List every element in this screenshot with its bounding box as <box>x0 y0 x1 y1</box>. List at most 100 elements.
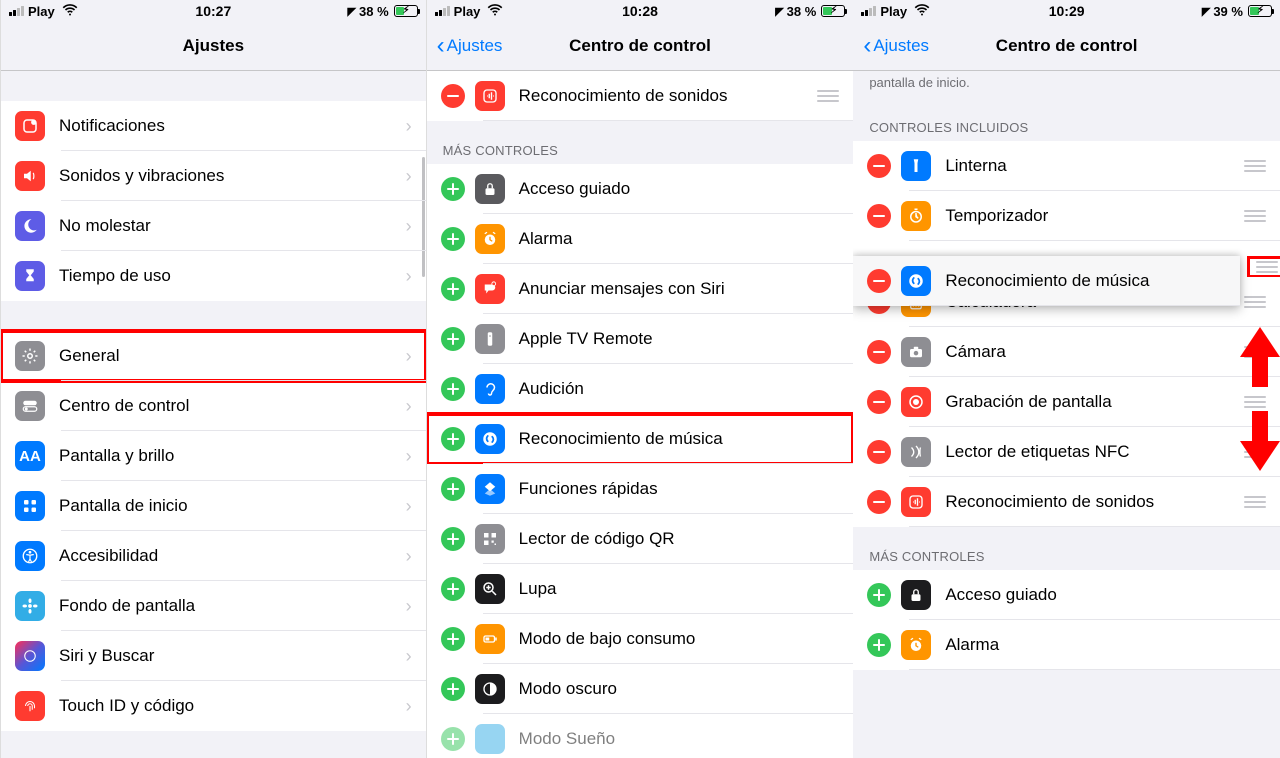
remove-button[interactable] <box>867 204 891 228</box>
nav-bar: ‹ Ajustes Centro de control <box>427 22 854 70</box>
row-sleep[interactable]: Modo Sueño <box>427 714 854 758</box>
bed-icon <box>475 724 505 754</box>
row-general[interactable]: General › <box>1 331 426 381</box>
row-accessibility[interactable]: Accesibilidad › <box>1 531 426 581</box>
drag-handle-icon[interactable] <box>1244 210 1266 222</box>
drag-handle-icon[interactable] <box>1256 261 1278 273</box>
row-label: No molestar <box>59 216 402 236</box>
drag-handle-icon[interactable] <box>1244 496 1266 508</box>
row-label: Alarma <box>519 229 840 249</box>
sound-recognition-icon <box>901 487 931 517</box>
status-time: 10:27 <box>195 3 231 19</box>
row-wallpaper[interactable]: Fondo de pantalla › <box>1 581 426 631</box>
chevron-icon: › <box>406 166 412 187</box>
row-dnd[interactable]: No molestar › <box>1 201 426 251</box>
row-guided-access[interactable]: Acceso guiado <box>853 570 1280 620</box>
row-alarm[interactable]: Alarma <box>853 620 1280 670</box>
drag-handle-icon[interactable] <box>1244 396 1266 408</box>
drag-handle-icon[interactable] <box>1244 296 1266 308</box>
row-touchid[interactable]: Touch ID y código › <box>1 681 426 731</box>
row-label: Modo de bajo consumo <box>519 629 840 649</box>
row-screentime[interactable]: Tiempo de uso › <box>1 251 426 301</box>
announce-icon <box>475 274 505 304</box>
row-label: Pantalla y brillo <box>59 446 402 466</box>
row-sound-recognition[interactable]: Reconocimiento de sonidos <box>853 477 1280 527</box>
drag-handle-target[interactable] <box>1248 257 1280 277</box>
row-hearing[interactable]: Audición <box>427 364 854 414</box>
row-alarm[interactable]: Alarma <box>427 214 854 264</box>
row-label: Lupa <box>519 579 840 599</box>
row-notifications[interactable]: Notificaciones › <box>1 101 426 151</box>
carrier: Play <box>28 4 55 19</box>
flower-icon <box>15 591 45 621</box>
add-button[interactable] <box>441 677 465 701</box>
back-label: Ajustes <box>447 36 503 56</box>
row-sounds[interactable]: Sonidos y vibraciones › <box>1 151 426 201</box>
row-dark-mode[interactable]: Modo oscuro <box>427 664 854 714</box>
magnifier-icon <box>475 574 505 604</box>
back-button[interactable]: ‹ Ajustes <box>437 34 503 58</box>
chevron-icon: › <box>406 116 412 137</box>
row-label: Pantalla de inicio <box>59 496 402 516</box>
add-button[interactable] <box>441 327 465 351</box>
row-music-recognition[interactable]: Reconocimiento de música <box>427 414 854 464</box>
row-siri[interactable]: Siri y Buscar › <box>1 631 426 681</box>
add-button[interactable] <box>441 627 465 651</box>
row-screen-record[interactable]: Grabación de pantalla <box>853 377 1280 427</box>
add-button[interactable] <box>441 477 465 501</box>
row-label: Linterna <box>945 156 1240 176</box>
row-announce-siri[interactable]: Anunciar mensajes con Siri <box>427 264 854 314</box>
row-shortcuts[interactable]: Funciones rápidas <box>427 464 854 514</box>
add-button[interactable] <box>867 633 891 657</box>
row-low-power[interactable]: Modo de bajo consumo <box>427 614 854 664</box>
row-music-recognition-dragging[interactable]: Reconocimiento de música <box>853 256 1240 306</box>
remove-button[interactable] <box>867 440 891 464</box>
row-flashlight[interactable]: Linterna <box>853 141 1280 191</box>
row-sound-recognition[interactable]: Reconocimiento de sonidos <box>427 71 854 121</box>
row-label: Acceso guiado <box>945 585 1266 605</box>
row-guided-access[interactable]: Acceso guiado <box>427 164 854 214</box>
add-button[interactable] <box>441 527 465 551</box>
included-header: CONTROLES INCLUIDOS <box>853 98 1280 141</box>
remove-button[interactable] <box>867 154 891 178</box>
add-button[interactable] <box>441 277 465 301</box>
row-apple-tv-remote[interactable]: Apple TV Remote <box>427 314 854 364</box>
add-button[interactable] <box>441 177 465 201</box>
row-label: Centro de control <box>59 396 402 416</box>
add-button[interactable] <box>441 227 465 251</box>
hourglass-icon <box>15 261 45 291</box>
remove-button[interactable] <box>867 390 891 414</box>
status-bar: Play 10:29 ◤ 39 % ⚡︎ <box>853 0 1280 22</box>
row-nfc[interactable]: Lector de etiquetas NFC <box>853 427 1280 477</box>
drag-handle-icon[interactable] <box>1244 160 1266 172</box>
remove-button[interactable] <box>867 490 891 514</box>
remove-button[interactable] <box>867 269 891 293</box>
row-camera[interactable]: Cámara <box>853 327 1280 377</box>
add-button[interactable] <box>441 577 465 601</box>
row-magnifier[interactable]: Lupa <box>427 564 854 614</box>
toggle-icon <box>15 391 45 421</box>
row-homescreen[interactable]: Pantalla de inicio › <box>1 481 426 531</box>
row-qr[interactable]: Lector de código QR <box>427 514 854 564</box>
back-button[interactable]: ‹ Ajustes <box>863 34 929 58</box>
drag-arrow-up-icon <box>1240 327 1280 387</box>
row-label: Cámara <box>945 342 1240 362</box>
add-button[interactable] <box>441 727 465 751</box>
add-button[interactable] <box>867 583 891 607</box>
row-control-center[interactable]: Centro de control › <box>1 381 426 431</box>
battery-icon: ⚡︎ <box>1248 5 1272 17</box>
add-button[interactable] <box>441 427 465 451</box>
screen-control-center-add: Play 10:28 ◤ 38 % ⚡︎ ‹ Ajustes Centro de… <box>427 0 854 758</box>
more-controls-header: MÁS CONTROLES <box>853 527 1280 570</box>
wifi-icon <box>913 1 931 22</box>
row-display[interactable]: AA Pantalla y brillo › <box>1 431 426 481</box>
remove-button[interactable] <box>441 84 465 108</box>
back-label: Ajustes <box>873 36 929 56</box>
chevron-left-icon: ‹ <box>863 34 871 58</box>
row-timer[interactable]: Temporizador <box>853 191 1280 241</box>
page-title: Ajustes <box>183 36 244 56</box>
add-button[interactable] <box>441 377 465 401</box>
drag-handle-icon[interactable] <box>817 90 839 102</box>
remove-button[interactable] <box>867 340 891 364</box>
location-icon: ◤ <box>348 5 356 18</box>
